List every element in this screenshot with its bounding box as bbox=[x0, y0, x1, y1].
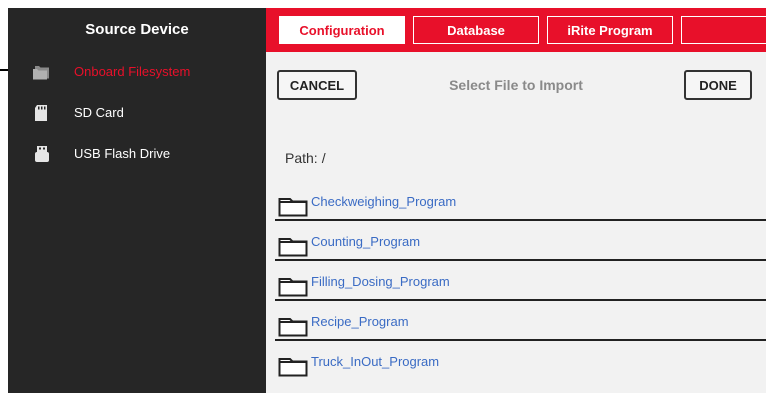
file-list: Checkweighing_Program Counting_Program F… bbox=[275, 181, 766, 381]
file-name: Recipe_Program bbox=[311, 314, 409, 329]
path-value: / bbox=[321, 150, 326, 166]
folder-icon bbox=[278, 358, 308, 377]
tab-configuration[interactable]: Configuration bbox=[279, 16, 405, 44]
sidebar-item-label: SD Card bbox=[74, 105, 124, 120]
folder-icon bbox=[278, 198, 308, 217]
sidebar-title: Source Device bbox=[85, 21, 189, 38]
file-name: Counting_Program bbox=[311, 234, 421, 249]
file-name: Checkweighing_Program bbox=[311, 194, 457, 209]
folder-icon bbox=[278, 318, 308, 337]
list-item[interactable]: Truck_InOut_Program bbox=[275, 341, 766, 381]
tab-database[interactable]: Database bbox=[413, 16, 539, 44]
sidebar-item-sd-card[interactable]: SD Card bbox=[8, 98, 266, 128]
tab-bar: Configuration Database iRite Program bbox=[266, 8, 766, 52]
sidebar-item-label: USB Flash Drive bbox=[74, 146, 171, 161]
path-display: Path: / bbox=[285, 150, 326, 166]
folder-icon bbox=[278, 278, 308, 297]
folder-stack-icon bbox=[33, 66, 49, 80]
file-name: Truck_InOut_Program bbox=[311, 354, 440, 369]
path-label: Path: bbox=[285, 150, 318, 166]
list-item[interactable]: Filling_Dosing_Program bbox=[275, 261, 766, 301]
sidebar-item-usb-flash-drive[interactable]: USB Flash Drive bbox=[8, 139, 266, 169]
tab-irite-program[interactable]: iRite Program bbox=[547, 16, 673, 44]
source-device-sidebar: Source Device Onboard Filesystem SD Card… bbox=[8, 8, 266, 393]
file-name: Filling_Dosing_Program bbox=[311, 274, 450, 289]
list-item[interactable]: Recipe_Program bbox=[275, 301, 766, 341]
list-item[interactable]: Counting_Program bbox=[275, 221, 766, 261]
list-item[interactable]: Checkweighing_Program bbox=[275, 181, 766, 221]
main-panel: Configuration Database iRite Program CAN… bbox=[266, 8, 766, 393]
sidebar-item-onboard-filesystem[interactable]: Onboard Filesystem bbox=[8, 57, 266, 87]
tab-more[interactable] bbox=[681, 16, 766, 44]
folder-icon bbox=[278, 238, 308, 257]
sd-card-icon bbox=[35, 105, 47, 121]
sidebar-item-label: Onboard Filesystem bbox=[74, 64, 191, 79]
done-button[interactable]: DONE bbox=[684, 70, 752, 100]
usb-drive-icon bbox=[35, 146, 49, 162]
